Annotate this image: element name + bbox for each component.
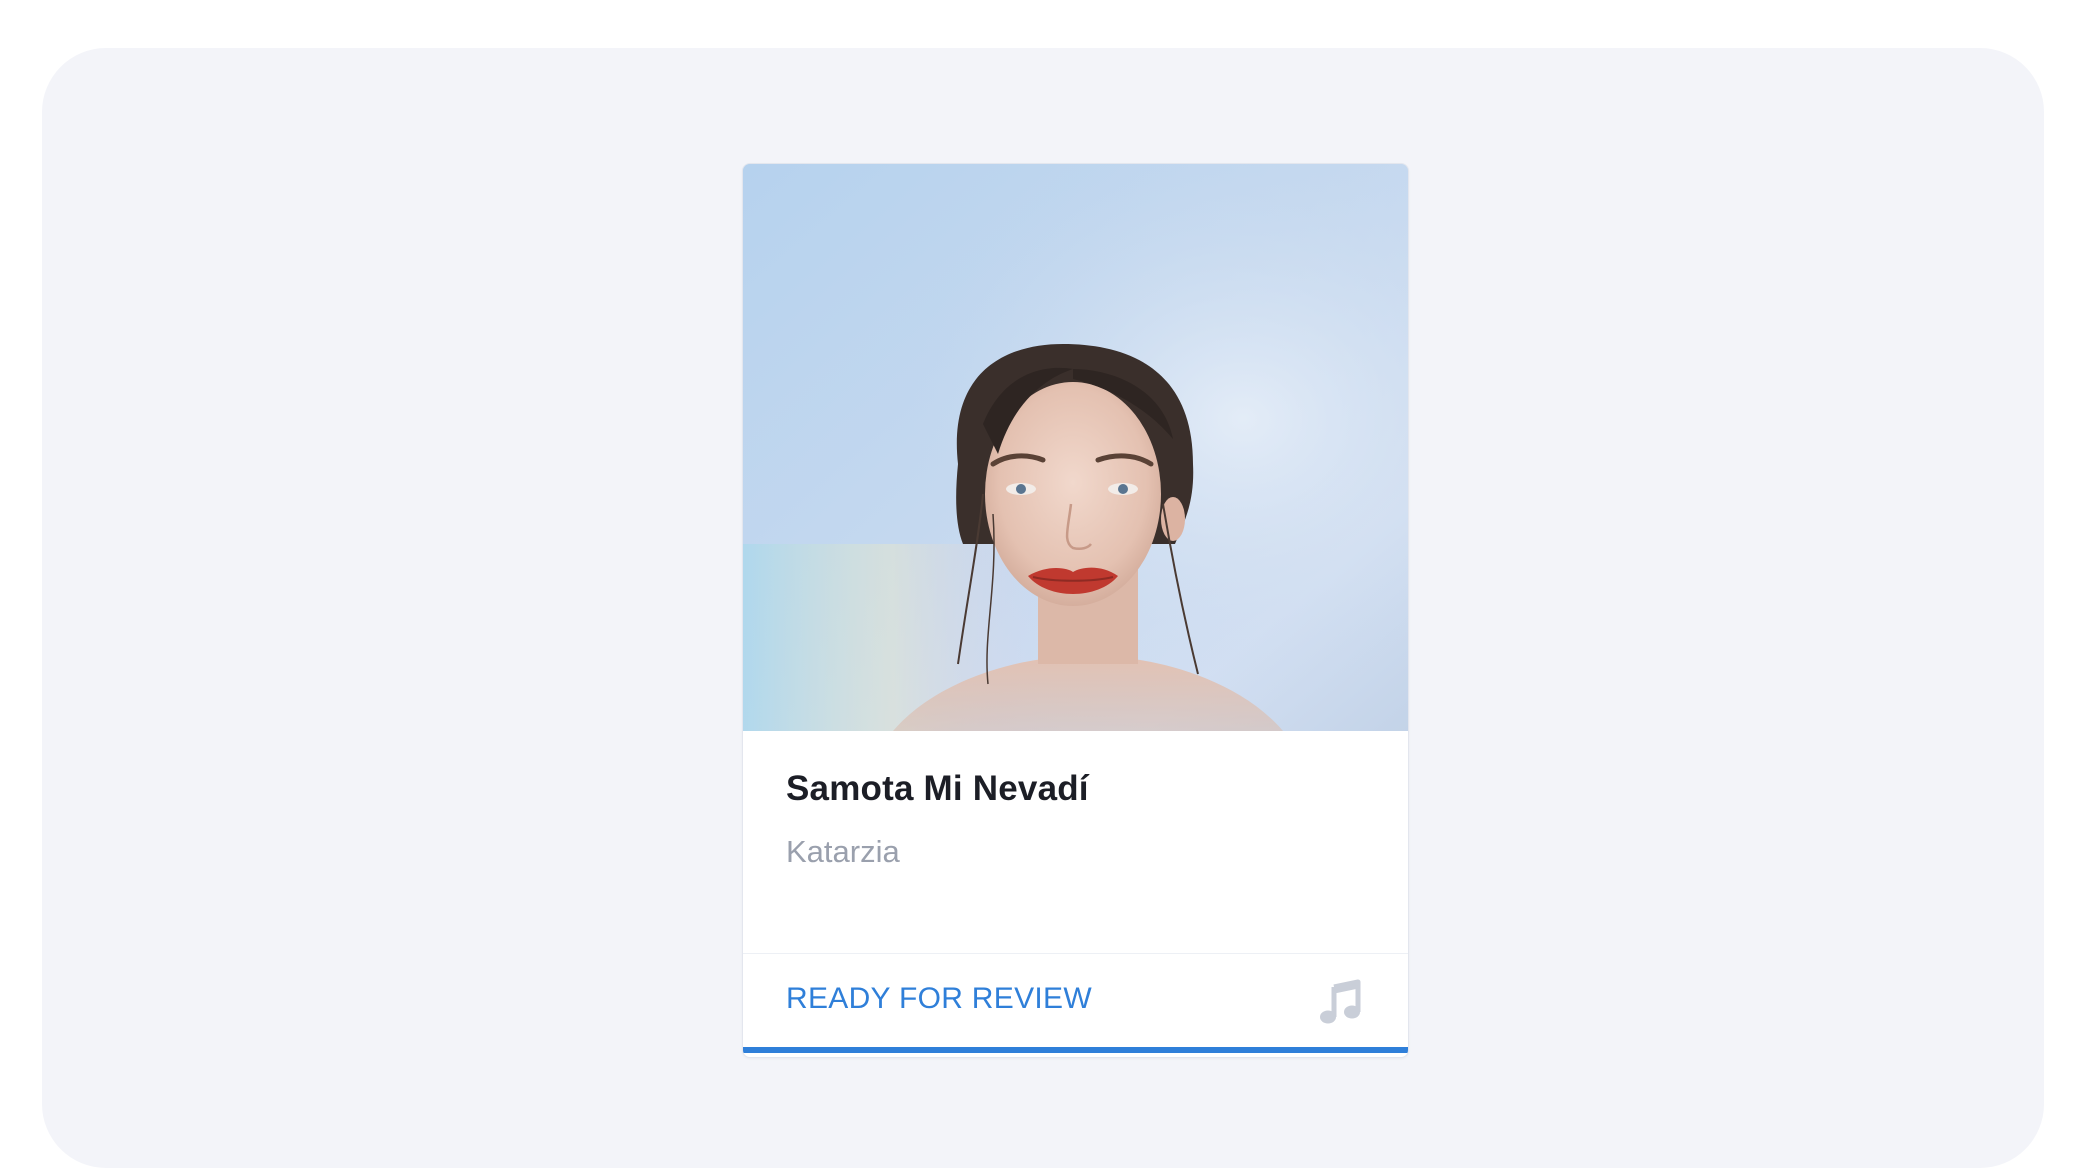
card-footer: READY FOR REVIEW [743, 953, 1408, 1053]
release-info: Samota Mi Nevadí Katarzia [743, 731, 1408, 953]
release-card[interactable]: Samota Mi Nevadí Katarzia READY FOR REVI… [742, 163, 1409, 1058]
release-artist: Katarzia [786, 834, 900, 869]
music-note-icon [1318, 979, 1364, 1025]
status-label: READY FOR REVIEW [786, 982, 1092, 1015]
release-title[interactable]: Samota Mi Nevadí [786, 769, 1089, 809]
status-accent-bar [743, 1047, 1408, 1053]
content-panel: Samota Mi Nevadí Katarzia READY FOR REVI… [42, 48, 2044, 1168]
cover-art-image [743, 164, 1408, 731]
